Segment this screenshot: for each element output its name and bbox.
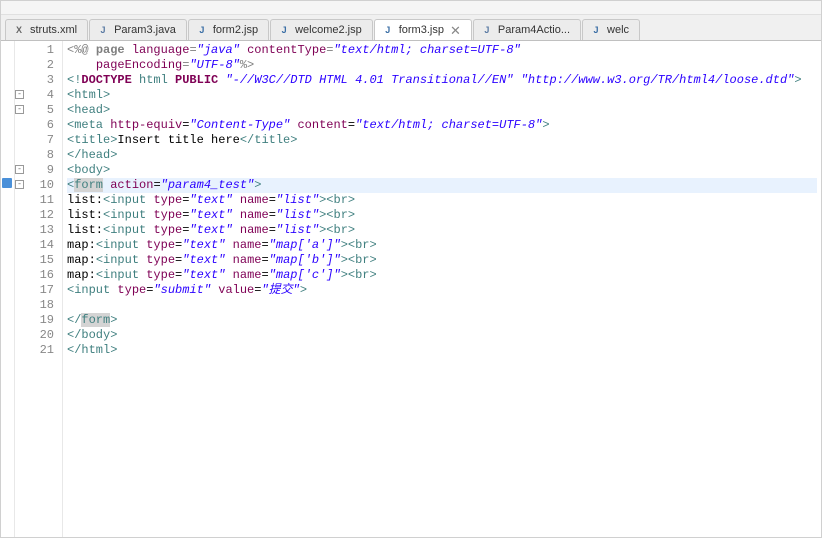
marker-slot xyxy=(1,266,14,281)
marker-slot xyxy=(1,296,14,311)
editor-tab-2[interactable]: Jform2.jsp xyxy=(188,19,269,40)
code-area[interactable]: <%@ page language="java" contentType="te… xyxy=(63,41,821,537)
fold-toggle-icon[interactable]: - xyxy=(15,165,24,174)
code-line[interactable]: <meta http-equiv="Content-Type" content=… xyxy=(67,118,817,133)
line-number: 12 xyxy=(17,208,54,223)
line-number: 13 xyxy=(17,223,54,238)
code-line[interactable]: <body> xyxy=(67,163,817,178)
editor-container: Xstruts.xmlJParam3.javaJform2.jspJwelcom… xyxy=(0,0,822,538)
jsp-file-icon: J xyxy=(195,23,209,37)
code-line[interactable]: <html> xyxy=(67,88,817,103)
tab-label: welcome2.jsp xyxy=(295,24,362,36)
line-number: 7 xyxy=(17,133,54,148)
code-line[interactable]: list:<input type="text" name="list"><br> xyxy=(67,223,817,238)
marker-slot xyxy=(1,146,14,161)
marker-slot xyxy=(1,236,14,251)
marker-slot xyxy=(1,116,14,131)
line-number: 6 xyxy=(17,118,54,133)
line-number-gutter: 1234-5-6789-10-1112131415161718192021 xyxy=(15,41,63,537)
java-file-icon: J xyxy=(480,23,494,37)
marker-icon[interactable] xyxy=(2,178,12,188)
tab-label: Param3.java xyxy=(114,24,176,36)
marker-slot xyxy=(1,71,14,86)
line-number: 4- xyxy=(17,88,54,103)
line-number: 18 xyxy=(17,298,54,313)
code-line[interactable]: <title>Insert title here</title> xyxy=(67,133,817,148)
marker-slot xyxy=(1,281,14,296)
marker-slot xyxy=(1,41,14,56)
xml-file-icon: X xyxy=(12,23,26,37)
code-line[interactable]: map:<input type="text" name="map['c']"><… xyxy=(67,268,817,283)
code-line[interactable]: </html> xyxy=(67,343,817,358)
editor-tab-bar: Xstruts.xmlJParam3.javaJform2.jspJwelcom… xyxy=(1,15,821,41)
editor-tab-1[interactable]: J Param3.java xyxy=(89,19,187,40)
code-line[interactable]: <!DOCTYPE html PUBLIC "-//W3C//DTD HTML … xyxy=(67,73,817,88)
jsp-file-icon: J xyxy=(381,23,395,37)
marker-slot xyxy=(1,326,14,341)
editor-tab-6[interactable]: Jwelc xyxy=(582,19,640,40)
close-icon[interactable]: ✕ xyxy=(450,24,461,37)
marker-slot xyxy=(1,131,14,146)
editor-tab-0[interactable]: Xstruts.xml xyxy=(5,19,88,40)
marker-slot xyxy=(1,161,14,176)
code-line[interactable]: </head> xyxy=(67,148,817,163)
line-number: 11 xyxy=(17,193,54,208)
marker-slot xyxy=(1,221,14,236)
line-number: 15 xyxy=(17,253,54,268)
editor-tab-3[interactable]: Jwelcome2.jsp xyxy=(270,19,373,40)
code-line[interactable]: list:<input type="text" name="list"><br> xyxy=(67,208,817,223)
tab-label: Param4Actio... xyxy=(498,24,570,36)
marker-slot xyxy=(1,341,14,356)
marker-slot xyxy=(1,251,14,266)
code-line[interactable] xyxy=(67,298,817,313)
code-line[interactable]: <form action="param4_test"> xyxy=(67,178,817,193)
line-number: 21 xyxy=(17,343,54,358)
marker-slot xyxy=(1,86,14,101)
line-number: 5- xyxy=(17,103,54,118)
code-line[interactable]: <head> xyxy=(67,103,817,118)
marker-slot xyxy=(1,311,14,326)
line-number: 8 xyxy=(17,148,54,163)
line-number: 14 xyxy=(17,238,54,253)
code-line[interactable]: </body> xyxy=(67,328,817,343)
toolbar-strip xyxy=(1,1,821,15)
code-line[interactable]: </form> xyxy=(67,313,817,328)
line-number: 17 xyxy=(17,283,54,298)
code-line[interactable]: list:<input type="text" name="list"><br> xyxy=(67,193,817,208)
tab-label: form2.jsp xyxy=(213,24,258,36)
marker-slot xyxy=(1,176,14,191)
line-number: 1 xyxy=(17,43,54,58)
jsp-file-icon: J xyxy=(277,23,291,37)
code-line[interactable]: <%@ page language="java" contentType="te… xyxy=(67,43,817,58)
marker-bar xyxy=(1,41,15,537)
marker-slot xyxy=(1,56,14,71)
line-number: 3 xyxy=(17,73,54,88)
fold-toggle-icon[interactable]: - xyxy=(15,180,24,189)
marker-slot xyxy=(1,191,14,206)
line-number: 9- xyxy=(17,163,54,178)
line-number: 2 xyxy=(17,58,54,73)
jsp-file-icon: J xyxy=(589,23,603,37)
line-number: 10- xyxy=(17,178,54,193)
editor-tab-4[interactable]: Jform3.jsp ✕ xyxy=(374,19,472,41)
code-line[interactable]: map:<input type="text" name="map['b']"><… xyxy=(67,253,817,268)
code-line[interactable]: <input type="submit" value="提交"> xyxy=(67,283,817,298)
tab-label: struts.xml xyxy=(30,24,77,36)
marker-slot xyxy=(1,206,14,221)
fold-toggle-icon[interactable]: - xyxy=(15,90,24,99)
line-number: 20 xyxy=(17,328,54,343)
editor-tab-5[interactable]: J Param4Actio... xyxy=(473,19,581,40)
line-number: 16 xyxy=(17,268,54,283)
tab-label: form3.jsp xyxy=(399,24,444,36)
fold-toggle-icon[interactable]: - xyxy=(15,105,24,114)
java-file-icon: J xyxy=(96,23,110,37)
line-number: 19 xyxy=(17,313,54,328)
code-line[interactable]: map:<input type="text" name="map['a']"><… xyxy=(67,238,817,253)
marker-slot xyxy=(1,101,14,116)
tab-label: welc xyxy=(607,24,629,36)
code-line[interactable]: pageEncoding="UTF-8"%> xyxy=(67,58,817,73)
editor-body: 1234-5-6789-10-1112131415161718192021 <%… xyxy=(1,41,821,537)
